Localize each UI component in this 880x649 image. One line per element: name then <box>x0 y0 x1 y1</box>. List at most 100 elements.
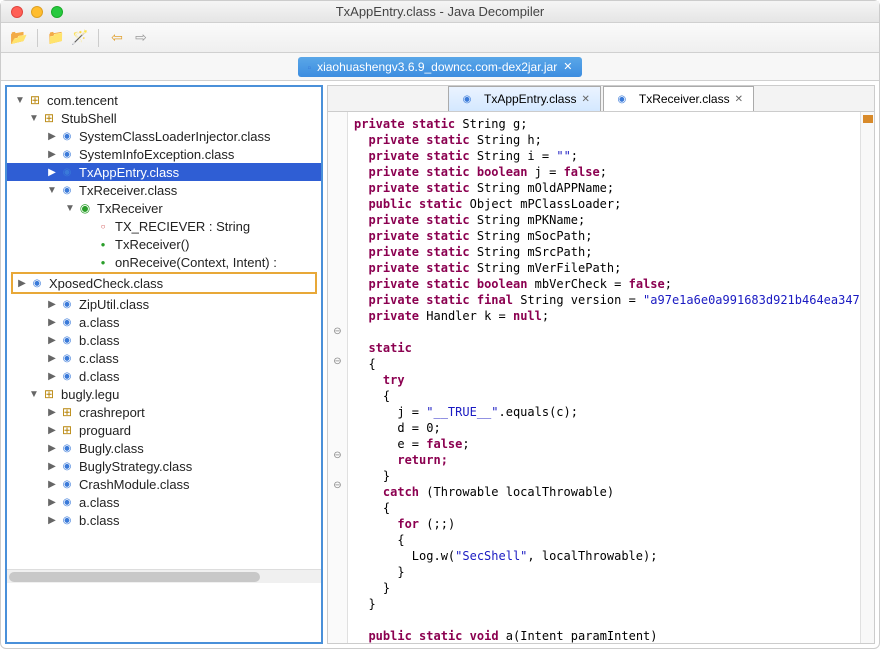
expand-icon[interactable]: ▶ <box>45 371 59 382</box>
tree-item[interactable]: ▶ b.class <box>7 331 321 349</box>
fold-gutter[interactable]: ⊖ ⊖ ⊖ ⊖ <box>328 112 348 643</box>
file-tab-label: xiaohuashengv3.6.9_downcc.com-dex2jar.ja… <box>317 60 557 74</box>
expand-icon[interactable]: ▶ <box>45 443 59 454</box>
tree-item[interactable]: ▶ CrashModule.class <box>7 475 321 493</box>
tree-item-label: StubShell <box>61 111 117 126</box>
tree-item[interactable]: TxReceiver() <box>7 235 321 253</box>
close-icon[interactable]: ✕ <box>581 94 589 105</box>
method-icon <box>95 236 111 252</box>
wand-icon[interactable]: 🪄 <box>70 28 90 48</box>
close-icon[interactable]: ✕ <box>563 60 572 73</box>
tree-item[interactable]: ▶ BuglyStrategy.class <box>7 457 321 475</box>
class-icon <box>59 476 75 492</box>
class-icon <box>59 368 75 384</box>
expand-icon[interactable]: ▶ <box>45 461 59 472</box>
pkg-icon <box>59 422 75 438</box>
sidebar-hscroll[interactable] <box>7 569 321 583</box>
tree-item[interactable]: ▶ XposedCheck.class <box>11 272 317 294</box>
pkg-icon <box>41 386 57 402</box>
field-icon <box>95 218 111 234</box>
tree-item[interactable]: ▶crashreport <box>7 403 321 421</box>
warning-marker <box>863 115 873 123</box>
tree-item[interactable]: ▼bugly.legu <box>7 385 321 403</box>
tree-item-label: TxReceiver.class <box>79 183 177 198</box>
tree-item-label: proguard <box>79 423 131 438</box>
back-icon[interactable]: ⇦ <box>107 28 127 48</box>
expand-icon[interactable]: ▶ <box>45 131 59 142</box>
expand-icon[interactable]: ▶ <box>15 278 29 289</box>
separator <box>37 29 38 47</box>
tree-item-label: CrashModule.class <box>79 477 190 492</box>
expand-icon[interactable]: ▶ <box>45 425 59 436</box>
tree-item[interactable]: ▶ Bugly.class <box>7 439 321 457</box>
editor-tab[interactable]: TxReceiver.class ✕ <box>603 86 754 111</box>
expand-icon[interactable]: ▶ <box>45 335 59 346</box>
expand-icon[interactable]: ▼ <box>27 113 41 124</box>
source-code[interactable]: private static String g; private static … <box>348 112 860 643</box>
expand-icon[interactable]: ▶ <box>45 353 59 364</box>
expand-icon[interactable]: ▶ <box>45 479 59 490</box>
file-tab[interactable]: xiaohuashengv3.6.9_downcc.com-dex2jar.ja… <box>298 57 583 77</box>
file-tabbar: xiaohuashengv3.6.9_downcc.com-dex2jar.ja… <box>1 53 879 81</box>
tree-item[interactable]: ▼ com.tencent <box>7 91 321 109</box>
class-icon <box>59 128 75 144</box>
tree-item[interactable]: ▶ZipUtil.class <box>7 295 321 313</box>
class-icon <box>59 332 75 348</box>
titlebar: TxAppEntry.class - Java Decompiler <box>1 1 879 23</box>
tree-item[interactable]: ▶b.class <box>7 511 321 529</box>
editor-tabs: TxAppEntry.class ✕ TxReceiver.class ✕ <box>328 86 874 112</box>
class-icon <box>59 440 75 456</box>
overview-ruler[interactable] <box>860 112 874 643</box>
tree-item[interactable]: ▶c.class <box>7 349 321 367</box>
tree-item[interactable]: ▼ StubShell <box>7 109 321 127</box>
expand-icon[interactable]: ▼ <box>27 389 41 400</box>
tree-item[interactable]: ▼TxReceiver <box>7 199 321 217</box>
tree-item[interactable]: ▶d.class <box>7 367 321 385</box>
class-icon <box>59 494 75 510</box>
zoom-window-button[interactable] <box>51 6 63 18</box>
class-icon <box>59 296 75 312</box>
tree-item[interactable]: ▶ TxAppEntry.class <box>7 163 321 181</box>
tree-item[interactable]: ▶a.class <box>7 313 321 331</box>
tree-item[interactable]: ▶SystemClassLoaderInjector.class <box>7 127 321 145</box>
class-icon <box>59 182 75 198</box>
forward-icon[interactable]: ⇨ <box>131 28 151 48</box>
tree-item-label: com.tencent <box>47 93 118 108</box>
close-window-button[interactable] <box>11 6 23 18</box>
expand-icon[interactable]: ▼ <box>63 203 77 214</box>
folder-icon[interactable]: 📁 <box>46 28 66 48</box>
tree-item-label: TxAppEntry.class <box>79 165 179 180</box>
tree-item-label: XposedCheck.class <box>49 276 163 291</box>
class-green-icon <box>77 200 93 216</box>
expand-icon[interactable]: ▶ <box>45 149 59 160</box>
expand-icon[interactable]: ▶ <box>45 317 59 328</box>
close-icon[interactable]: ✕ <box>735 94 743 105</box>
expand-icon[interactable]: ▶ <box>45 515 59 526</box>
class-icon <box>459 91 475 107</box>
tree-item[interactable]: ▶ proguard <box>7 421 321 439</box>
jar-icon <box>308 60 312 74</box>
expand-icon[interactable]: ▶ <box>45 299 59 310</box>
package-tree[interactable]: ▼ com.tencent ▼ StubShell▶SystemClassLoader… <box>5 85 323 644</box>
class-icon <box>59 164 75 180</box>
open-icon[interactable]: 📂 <box>9 28 29 48</box>
tree-item[interactable]: TX_RECIEVER : String <box>7 217 321 235</box>
expand-icon[interactable]: ▶ <box>45 497 59 508</box>
tree-item[interactable]: ▶ SystemInfoException.class <box>7 145 321 163</box>
expand-icon[interactable]: ▶ <box>45 407 59 418</box>
tree-item[interactable]: ▶ a.class <box>7 493 321 511</box>
pkg-icon <box>27 92 43 108</box>
tree-item[interactable]: onReceive(Context, Intent) : <box>7 253 321 271</box>
editor-tab[interactable]: TxAppEntry.class ✕ <box>448 86 601 111</box>
tree-item-label: SystemInfoException.class <box>79 147 234 162</box>
expand-icon[interactable]: ▶ <box>45 167 59 178</box>
tree-item-label: a.class <box>79 495 119 510</box>
tree-item[interactable]: ▼ TxReceiver.class <box>7 181 321 199</box>
tree-item-label: b.class <box>79 333 119 348</box>
class-icon <box>59 512 75 528</box>
minimize-window-button[interactable] <box>31 6 43 18</box>
tree-item-label: BuglyStrategy.class <box>79 459 192 474</box>
expand-icon[interactable]: ▼ <box>13 95 27 106</box>
tree-item-label: Bugly.class <box>79 441 144 456</box>
expand-icon[interactable]: ▼ <box>45 185 59 196</box>
